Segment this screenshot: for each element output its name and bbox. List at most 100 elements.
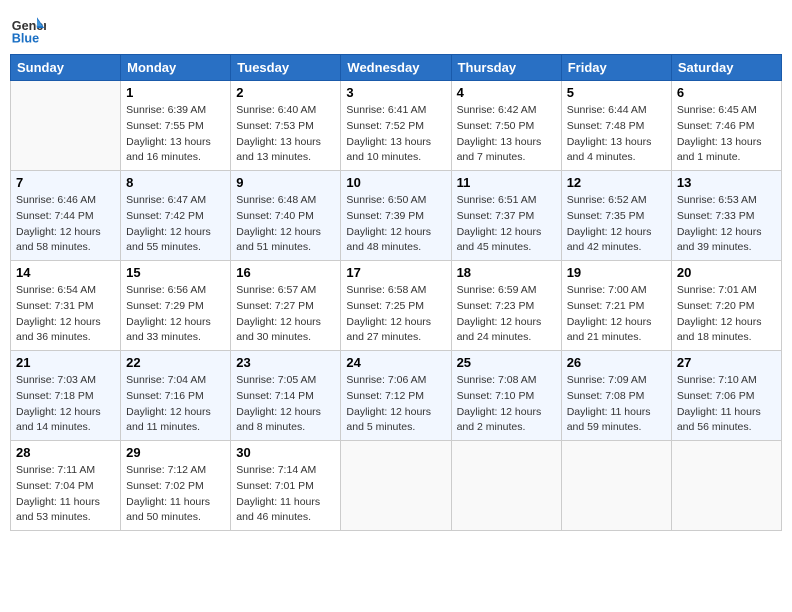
weekday-header-thursday: Thursday (451, 55, 561, 81)
weekday-header-tuesday: Tuesday (231, 55, 341, 81)
day-number: 2 (236, 85, 335, 100)
day-info: Sunrise: 6:42 AMSunset: 7:50 PMDaylight:… (457, 103, 556, 166)
day-number: 27 (677, 355, 776, 370)
day-number: 25 (457, 355, 556, 370)
day-info: Sunrise: 6:57 AMSunset: 7:27 PMDaylight:… (236, 283, 335, 346)
day-info: Sunrise: 6:56 AMSunset: 7:29 PMDaylight:… (126, 283, 225, 346)
day-cell: 1 Sunrise: 6:39 AMSunset: 7:55 PMDaylight… (121, 81, 231, 171)
day-number: 8 (126, 175, 225, 190)
day-cell: 23 Sunrise: 7:05 AMSunset: 7:14 PMDayligh… (231, 351, 341, 441)
day-number: 19 (567, 265, 666, 280)
day-cell: 30 Sunrise: 7:14 AMSunset: 7:01 PMDayligh… (231, 441, 341, 531)
day-cell: 9Sunrise: 6:48 AMSunset: 7:40 PMDaylight… (231, 171, 341, 261)
day-info: Sunrise: 7:11 AMSunset: 7:04 PMDaylight:… (16, 463, 115, 526)
day-info: Sunrise: 6:39 AMSunset: 7:55 PMDaylight:… (126, 103, 225, 166)
svg-text:Blue: Blue (12, 31, 39, 45)
day-info: Sunrise: 7:06 AMSunset: 7:12 PMDaylight:… (346, 373, 445, 436)
logo-icon: General Blue (10, 10, 46, 46)
week-row-2: 7 Sunrise: 6:46 AMSunset: 7:44 PMDaylight… (11, 171, 782, 261)
day-cell: 2 Sunrise: 6:40 AMSunset: 7:53 PMDaylight… (231, 81, 341, 171)
day-info: Sunrise: 6:59 AMSunset: 7:23 PMDaylight:… (457, 283, 556, 346)
day-cell (11, 81, 121, 171)
day-info: Sunrise: 7:08 AMSunset: 7:10 PMDaylight:… (457, 373, 556, 436)
day-info: Sunrise: 6:54 AMSunset: 7:31 PMDaylight:… (16, 283, 115, 346)
day-cell: 18 Sunrise: 6:59 AMSunset: 7:23 PMDayligh… (451, 261, 561, 351)
day-cell: 27 Sunrise: 7:10 AMSunset: 7:06 PMDayligh… (671, 351, 781, 441)
day-number: 12 (567, 175, 666, 190)
day-cell: 29 Sunrise: 7:12 AMSunset: 7:02 PMDayligh… (121, 441, 231, 531)
week-row-1: 1 Sunrise: 6:39 AMSunset: 7:55 PMDaylight… (11, 81, 782, 171)
day-info: Sunrise: 6:46 AMSunset: 7:44 PMDaylight:… (16, 193, 115, 256)
day-number: 10 (346, 175, 445, 190)
day-cell: 25 Sunrise: 7:08 AMSunset: 7:10 PMDayligh… (451, 351, 561, 441)
week-row-5: 28 Sunrise: 7:11 AMSunset: 7:04 PMDayligh… (11, 441, 782, 531)
day-cell: 7 Sunrise: 6:46 AMSunset: 7:44 PMDaylight… (11, 171, 121, 261)
day-number: 26 (567, 355, 666, 370)
day-cell: 20 Sunrise: 7:01 AMSunset: 7:20 PMDayligh… (671, 261, 781, 351)
day-cell: 19 Sunrise: 7:00 AMSunset: 7:21 PMDayligh… (561, 261, 671, 351)
day-cell: 8 Sunrise: 6:47 AMSunset: 7:42 PMDaylight… (121, 171, 231, 261)
day-info: Sunrise: 6:41 AMSunset: 7:52 PMDaylight:… (346, 103, 445, 166)
day-cell (671, 441, 781, 531)
day-info: Sunrise: 7:01 AMSunset: 7:20 PMDaylight:… (677, 283, 776, 346)
day-number: 1 (126, 85, 225, 100)
day-number: 18 (457, 265, 556, 280)
weekday-header-sunday: Sunday (11, 55, 121, 81)
day-info: Sunrise: 6:47 AMSunset: 7:42 PMDaylight:… (126, 193, 225, 256)
day-info: Sunrise: 6:50 AMSunset: 7:39 PMDaylight:… (346, 193, 445, 256)
weekday-header-monday: Monday (121, 55, 231, 81)
day-info: Sunrise: 6:51 AMSunset: 7:37 PMDaylight:… (457, 193, 556, 256)
day-cell: 12Sunrise: 6:52 AMSunset: 7:35 PMDayligh… (561, 171, 671, 261)
day-info: Sunrise: 7:12 AMSunset: 7:02 PMDaylight:… (126, 463, 225, 526)
day-cell: 6 Sunrise: 6:45 AMSunset: 7:46 PMDaylight… (671, 81, 781, 171)
day-info: Sunrise: 7:00 AMSunset: 7:21 PMDaylight:… (567, 283, 666, 346)
day-info: Sunrise: 6:53 AMSunset: 7:33 PMDaylight:… (677, 193, 776, 256)
weekday-header-friday: Friday (561, 55, 671, 81)
day-cell: 28 Sunrise: 7:11 AMSunset: 7:04 PMDayligh… (11, 441, 121, 531)
day-info: Sunrise: 7:14 AMSunset: 7:01 PMDaylight:… (236, 463, 335, 526)
day-number: 24 (346, 355, 445, 370)
day-cell: 14 Sunrise: 6:54 AMSunset: 7:31 PMDayligh… (11, 261, 121, 351)
week-row-4: 21 Sunrise: 7:03 AMSunset: 7:18 PMDayligh… (11, 351, 782, 441)
day-cell (561, 441, 671, 531)
day-cell: 10 Sunrise: 6:50 AMSunset: 7:39 PMDayligh… (341, 171, 451, 261)
day-number: 16 (236, 265, 335, 280)
day-number: 21 (16, 355, 115, 370)
calendar-table: SundayMondayTuesdayWednesdayThursdayFrid… (10, 54, 782, 531)
day-info: Sunrise: 7:03 AMSunset: 7:18 PMDaylight:… (16, 373, 115, 436)
logo: General Blue (10, 10, 50, 46)
day-info: Sunrise: 7:05 AMSunset: 7:14 PMDaylight:… (236, 373, 335, 436)
day-number: 5 (567, 85, 666, 100)
day-number: 29 (126, 445, 225, 460)
day-info: Sunrise: 6:45 AMSunset: 7:46 PMDaylight:… (677, 103, 776, 166)
day-info: Sunrise: 7:10 AMSunset: 7:06 PMDaylight:… (677, 373, 776, 436)
day-info: Sunrise: 7:09 AMSunset: 7:08 PMDaylight:… (567, 373, 666, 436)
day-cell: 4 Sunrise: 6:42 AMSunset: 7:50 PMDaylight… (451, 81, 561, 171)
day-cell: 17Sunrise: 6:58 AMSunset: 7:25 PMDayligh… (341, 261, 451, 351)
day-number: 4 (457, 85, 556, 100)
day-number: 3 (346, 85, 445, 100)
day-number: 14 (16, 265, 115, 280)
weekday-header-wednesday: Wednesday (341, 55, 451, 81)
day-cell: 22Sunrise: 7:04 AMSunset: 7:16 PMDayligh… (121, 351, 231, 441)
day-number: 23 (236, 355, 335, 370)
day-number: 20 (677, 265, 776, 280)
day-cell: 24 Sunrise: 7:06 AMSunset: 7:12 PMDayligh… (341, 351, 451, 441)
day-number: 7 (16, 175, 115, 190)
day-number: 6 (677, 85, 776, 100)
day-number: 30 (236, 445, 335, 460)
day-cell: 15 Sunrise: 6:56 AMSunset: 7:29 PMDayligh… (121, 261, 231, 351)
day-number: 15 (126, 265, 225, 280)
day-number: 9 (236, 175, 335, 190)
day-cell (341, 441, 451, 531)
day-number: 11 (457, 175, 556, 190)
day-info: Sunrise: 6:44 AMSunset: 7:48 PMDaylight:… (567, 103, 666, 166)
day-number: 28 (16, 445, 115, 460)
day-cell: 11 Sunrise: 6:51 AMSunset: 7:37 PMDayligh… (451, 171, 561, 261)
day-info: Sunrise: 7:04 AMSunset: 7:16 PMDaylight:… (126, 373, 225, 436)
page-header: General Blue (10, 10, 782, 46)
day-number: 13 (677, 175, 776, 190)
day-cell: 5 Sunrise: 6:44 AMSunset: 7:48 PMDaylight… (561, 81, 671, 171)
day-cell: 3 Sunrise: 6:41 AMSunset: 7:52 PMDaylight… (341, 81, 451, 171)
day-info: Sunrise: 6:40 AMSunset: 7:53 PMDaylight:… (236, 103, 335, 166)
